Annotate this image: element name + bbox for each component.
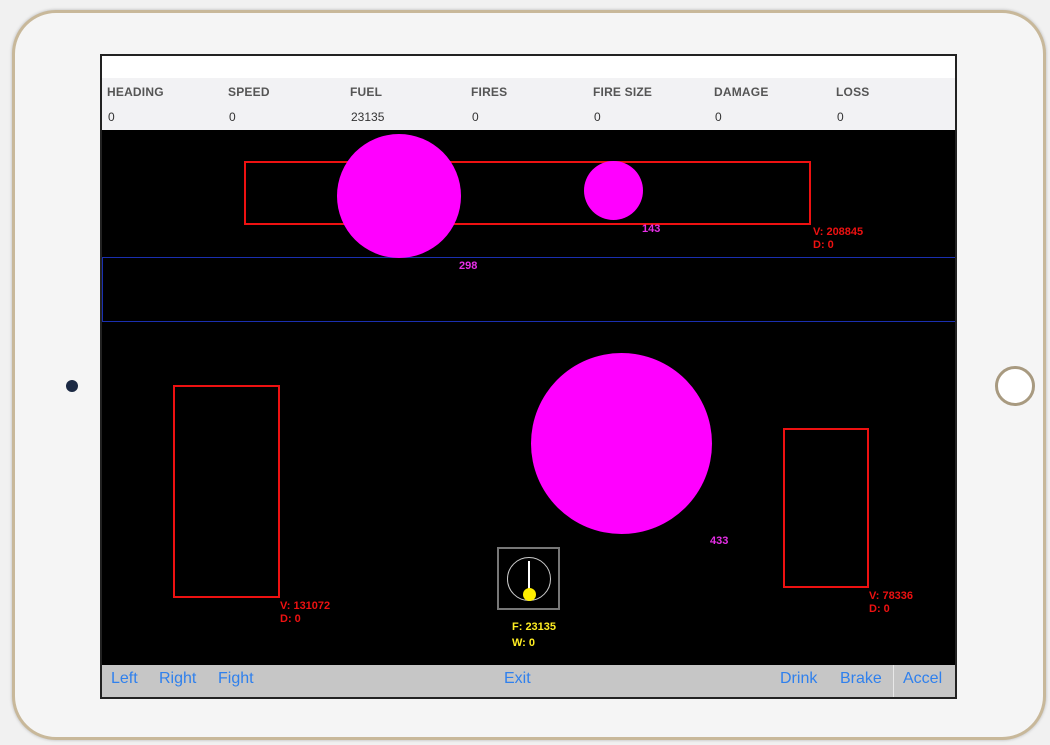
fire-size-label: 433: [710, 535, 729, 547]
zone-stats: V: 78336 D: 0: [869, 590, 913, 616]
fire-size-label: 298: [459, 260, 478, 272]
hud-label: FIRES: [471, 85, 508, 99]
hud-label: FIRE SIZE: [593, 85, 653, 99]
property-zone-top: [244, 161, 811, 225]
accel-button[interactable]: Accel: [903, 670, 942, 688]
hud-value: 0: [837, 110, 844, 124]
fire-small-top: [584, 161, 643, 220]
hud-fires: FIRES 0: [466, 78, 584, 130]
hud-value: 0: [715, 110, 722, 124]
zone-stats: V: 208845 D: 0: [813, 226, 863, 252]
camera-icon: [66, 380, 78, 392]
property-zone-right: [783, 428, 869, 588]
truck-fuel: F: 23135: [512, 621, 557, 633]
truck-icon: [523, 588, 536, 601]
control-bar: Left Right Fight Exit Drink Brake Accel: [102, 665, 955, 697]
hud-heading: HEADING 0: [102, 78, 220, 130]
fire-large-bottom: [531, 353, 712, 534]
brake-button[interactable]: Brake: [840, 670, 882, 688]
truck-water: W: 0: [512, 637, 536, 649]
right-button[interactable]: Right: [159, 670, 196, 688]
hud-value: 0: [594, 110, 601, 124]
zone-damage: D: 0: [280, 613, 301, 625]
exit-button[interactable]: Exit: [504, 670, 531, 688]
home-button[interactable]: [995, 366, 1035, 406]
hud-label: SPEED: [228, 85, 270, 99]
hud-label: DAMAGE: [714, 85, 769, 99]
hud-label: HEADING: [107, 85, 164, 99]
fire-size-label: 143: [642, 223, 661, 235]
left-button[interactable]: Left: [111, 670, 138, 688]
fire-large-top: [337, 134, 461, 258]
hud-value: 0: [229, 110, 236, 124]
hud-damage: DAMAGE 0: [709, 78, 827, 130]
hud-fuel: FUEL 23135: [345, 78, 463, 130]
zone-damage: D: 0: [869, 603, 890, 615]
zone-value: V: 131072: [280, 600, 331, 612]
road-lane: [102, 257, 955, 322]
fight-button[interactable]: Fight: [218, 670, 254, 688]
zone-value: V: 208845: [813, 226, 864, 238]
hud-value: 0: [472, 110, 479, 124]
hud-loss: LOSS 0: [831, 78, 949, 130]
drink-button[interactable]: Drink: [780, 670, 817, 688]
hud-value: 23135: [351, 110, 385, 124]
top-strip: [102, 56, 955, 78]
truck-stats: F: 23135 W: 0: [512, 619, 556, 651]
property-zone-left: [173, 385, 280, 598]
hud-speed: SPEED 0: [223, 78, 341, 130]
game-screen: HEADING 0 SPEED 0 FUEL 23135 FIRES 0 FIR…: [100, 54, 957, 699]
play-field[interactable]: 298 143 433 V: 208845 D: 0 V: 131072 D: …: [102, 130, 955, 665]
zone-damage: D: 0: [813, 239, 834, 251]
divider: [893, 665, 894, 697]
fire-truck: [497, 547, 560, 610]
hud-fire-size: FIRE SIZE 0: [588, 78, 706, 130]
zone-stats: V: 131072 D: 0: [280, 600, 330, 626]
hud-value: 0: [108, 110, 115, 124]
hud-bar: HEADING 0 SPEED 0 FUEL 23135 FIRES 0 FIR…: [102, 78, 955, 130]
hud-label: FUEL: [350, 85, 383, 99]
zone-value: V: 78336: [869, 590, 914, 602]
hud-label: LOSS: [836, 85, 870, 99]
